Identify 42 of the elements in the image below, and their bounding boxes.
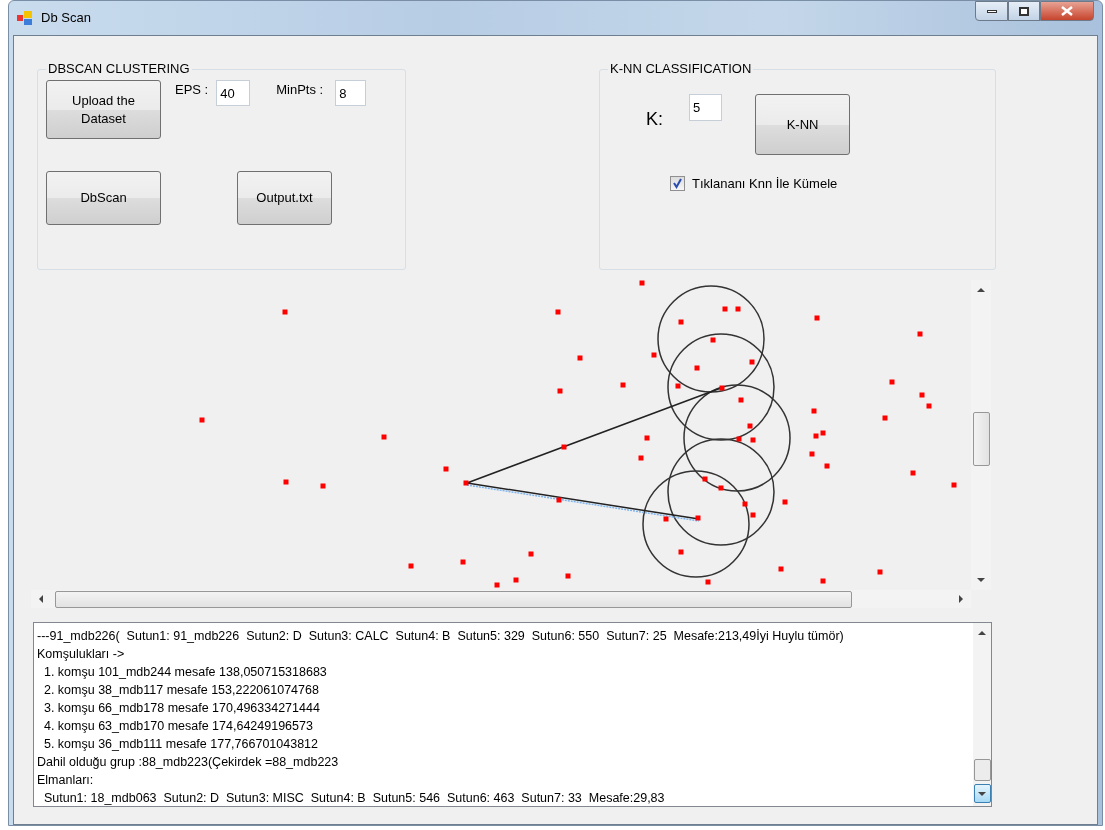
output-line: Dahil olduğu grup :88_mdb223(Çekirdek =88_mdb223 [37,754,339,771]
scroll-right-icon [959,595,963,603]
checkbox-label: Tıklananı Knn İle Kümele [692,175,838,193]
output-line: Elmanları: [37,772,94,789]
output-scrollbar[interactable] [973,623,991,806]
scroll-down-icon [978,791,986,796]
scroll-up-icon [977,288,985,292]
eps-label: EPS : [175,81,209,99]
cluster-checkbox[interactable] [670,176,685,192]
output-line: 1. komşu 101_mdb244 mesafe 138,050715318683 [42,664,327,681]
minpts-label: MinPts : [276,81,324,99]
close-button[interactable] [1040,1,1094,21]
output-line: 2. komşu 38_mdb117 mesafe 153,222061074768 [42,682,319,699]
minimize-button[interactable] [975,1,1008,21]
scroll-down-icon [977,578,985,582]
upload-button[interactable]: Upload the Dataset [46,80,161,139]
scroll-thumb[interactable] [973,759,991,781]
dbscan-button[interactable]: DbScan [46,171,161,225]
scroll-down-button[interactable] [973,784,991,803]
eps-field[interactable]: 40 [216,80,251,106]
output-line: 4. komşu 63_mdb170 mesafe 174,64249196573 [42,718,313,735]
output-line: Komşulukları -> [37,646,125,663]
output-line: 5. komşu 36_mdb111 mesafe 177,766701043812 [42,736,318,753]
window-title: Db Scan [41,9,91,28]
output-line: 3. komşu 66_mdb178 mesafe 170,496334271444 [42,700,320,717]
minpts-field[interactable]: 8 [335,80,367,106]
k-label: K: [646,108,663,131]
app-icon [17,10,33,26]
close-icon [1061,6,1073,16]
check-icon [672,178,683,190]
group-title: DBSCAN CLUSTERING [47,62,191,76]
output-line: Sutun1: 18_mdb063 Sutun2: D Sutun3: MISC Sutun4: B Sutun5: 546 Sutun6: 463 Sutun7: 33 Mesafe:29,83 [42,790,665,806]
scroll-thumb[interactable] [55,590,852,608]
k-field[interactable]: 5 [689,94,722,121]
scroll-up-icon [978,631,986,635]
maximize-button[interactable] [1008,1,1040,21]
group-title: K-NN CLASSIFICATION [609,62,753,76]
knn-button[interactable]: K-NN [755,94,850,155]
scroll-left-icon [39,595,43,603]
output-button[interactable]: Output.txt [237,171,332,225]
output-line: ---91_mdb226( Sutun1: 91_mdb226 Sutun2: D Sutun3: CALC Sutun4: B Sutun5: 329 Sutun6: 550 Sutun7: 25 Mesafe:213,49İyi Huylu tümör) [37,628,844,645]
scroll-thumb[interactable] [972,412,990,466]
